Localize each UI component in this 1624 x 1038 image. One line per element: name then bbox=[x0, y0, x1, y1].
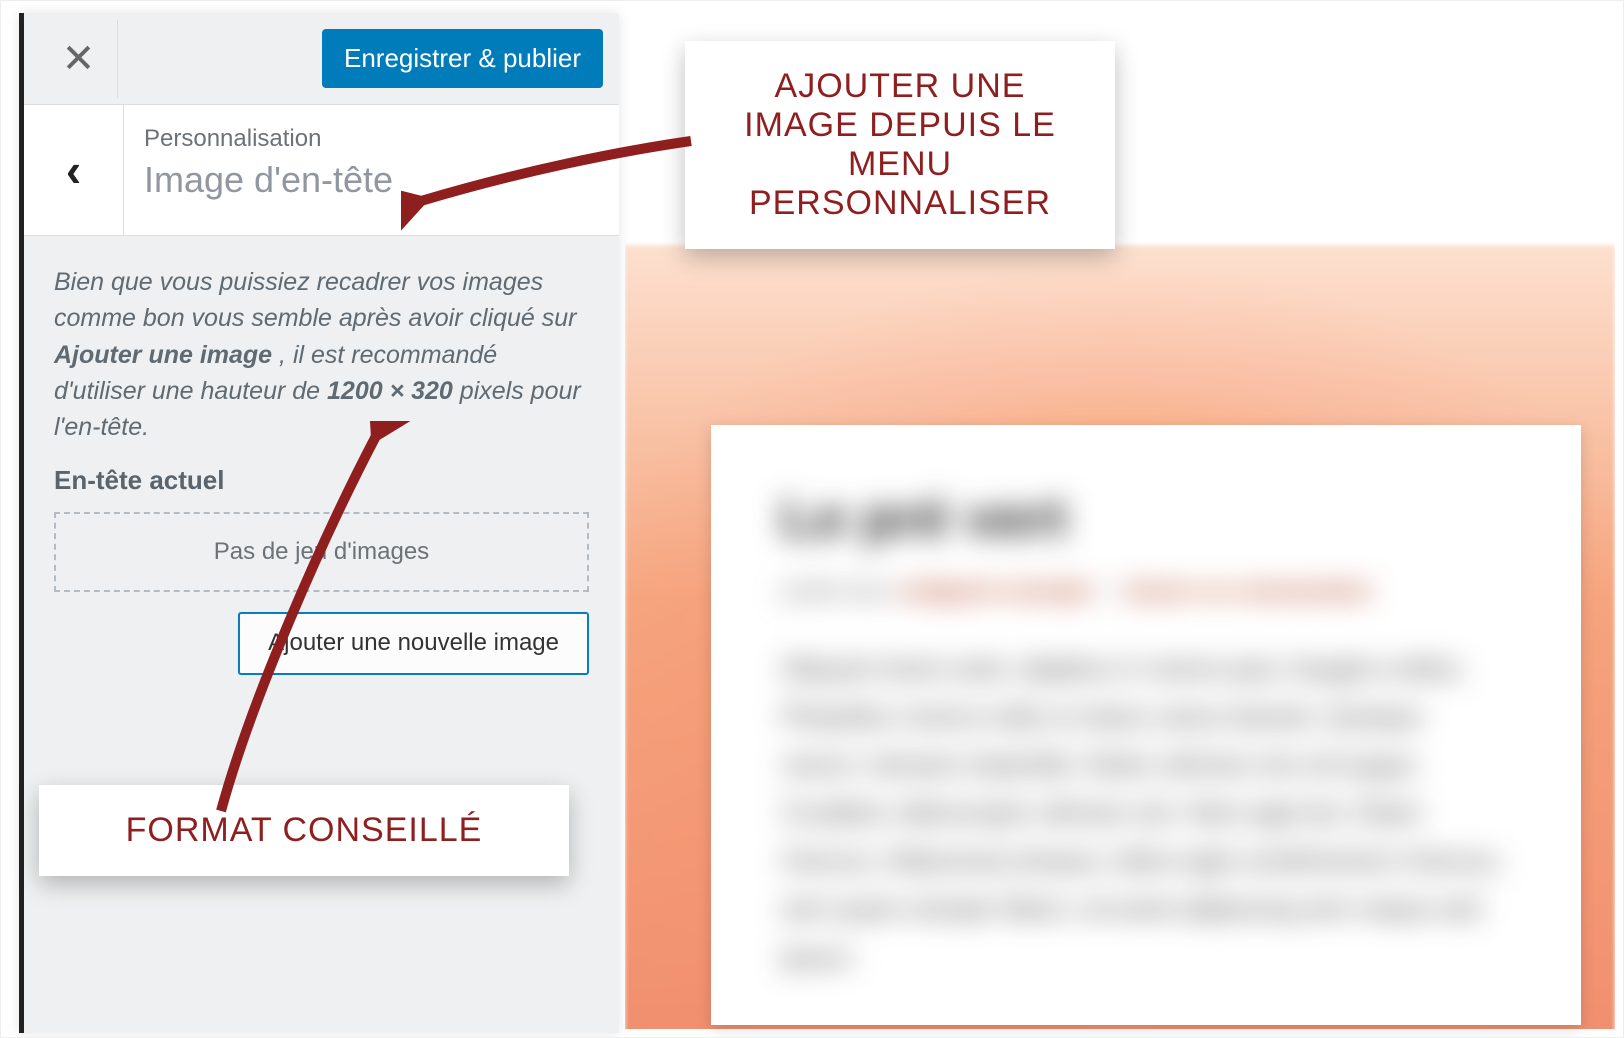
breadcrumb: Personnalisation bbox=[144, 125, 393, 153]
close-icon: ✕ bbox=[62, 36, 96, 82]
desc-strong-add-image: Ajouter une image bbox=[54, 341, 272, 369]
chevron-left-icon: ‹ bbox=[66, 143, 81, 197]
section-title: Image d'en-tête bbox=[144, 159, 393, 201]
annotation-callout-top: AJOUTER UNE IMAGE DEPUIS LE MENU PERSONN… bbox=[685, 41, 1115, 249]
desc-strong-dimensions: 1200 × 320 bbox=[327, 377, 453, 405]
description-text: Bien que vous puissiez recadrer vos imag… bbox=[54, 264, 589, 445]
meta-category-link[interactable]: catégorie exemple bbox=[900, 578, 1092, 603]
preview-post-title: Le pré vert bbox=[781, 485, 1511, 550]
preview-content-card: Le pré vert publié dans catégorie exempl… bbox=[711, 425, 1581, 1025]
back-button[interactable]: ‹ bbox=[24, 105, 124, 235]
annotation-arrow-top bbox=[401, 131, 701, 241]
panel-topbar: ✕ Enregistrer & publier bbox=[24, 13, 619, 105]
preview-post-paragraph: Aliquam lorem ante, dapibus in viverra q… bbox=[781, 644, 1511, 981]
save-publish-button[interactable]: Enregistrer & publier bbox=[322, 29, 603, 88]
preview-post-meta: publié dans catégorie exemple — laisser … bbox=[781, 578, 1511, 604]
meta-comment-link[interactable]: laisser un commentaire bbox=[1126, 578, 1372, 603]
annotation-arrow-bottom bbox=[191, 421, 411, 821]
close-button[interactable]: ✕ bbox=[40, 20, 118, 98]
meta-prefix: publié dans bbox=[781, 578, 900, 603]
meta-separator: — bbox=[1098, 578, 1126, 603]
desc-pre: Bien que vous puissiez recadrer vos imag… bbox=[54, 268, 576, 332]
